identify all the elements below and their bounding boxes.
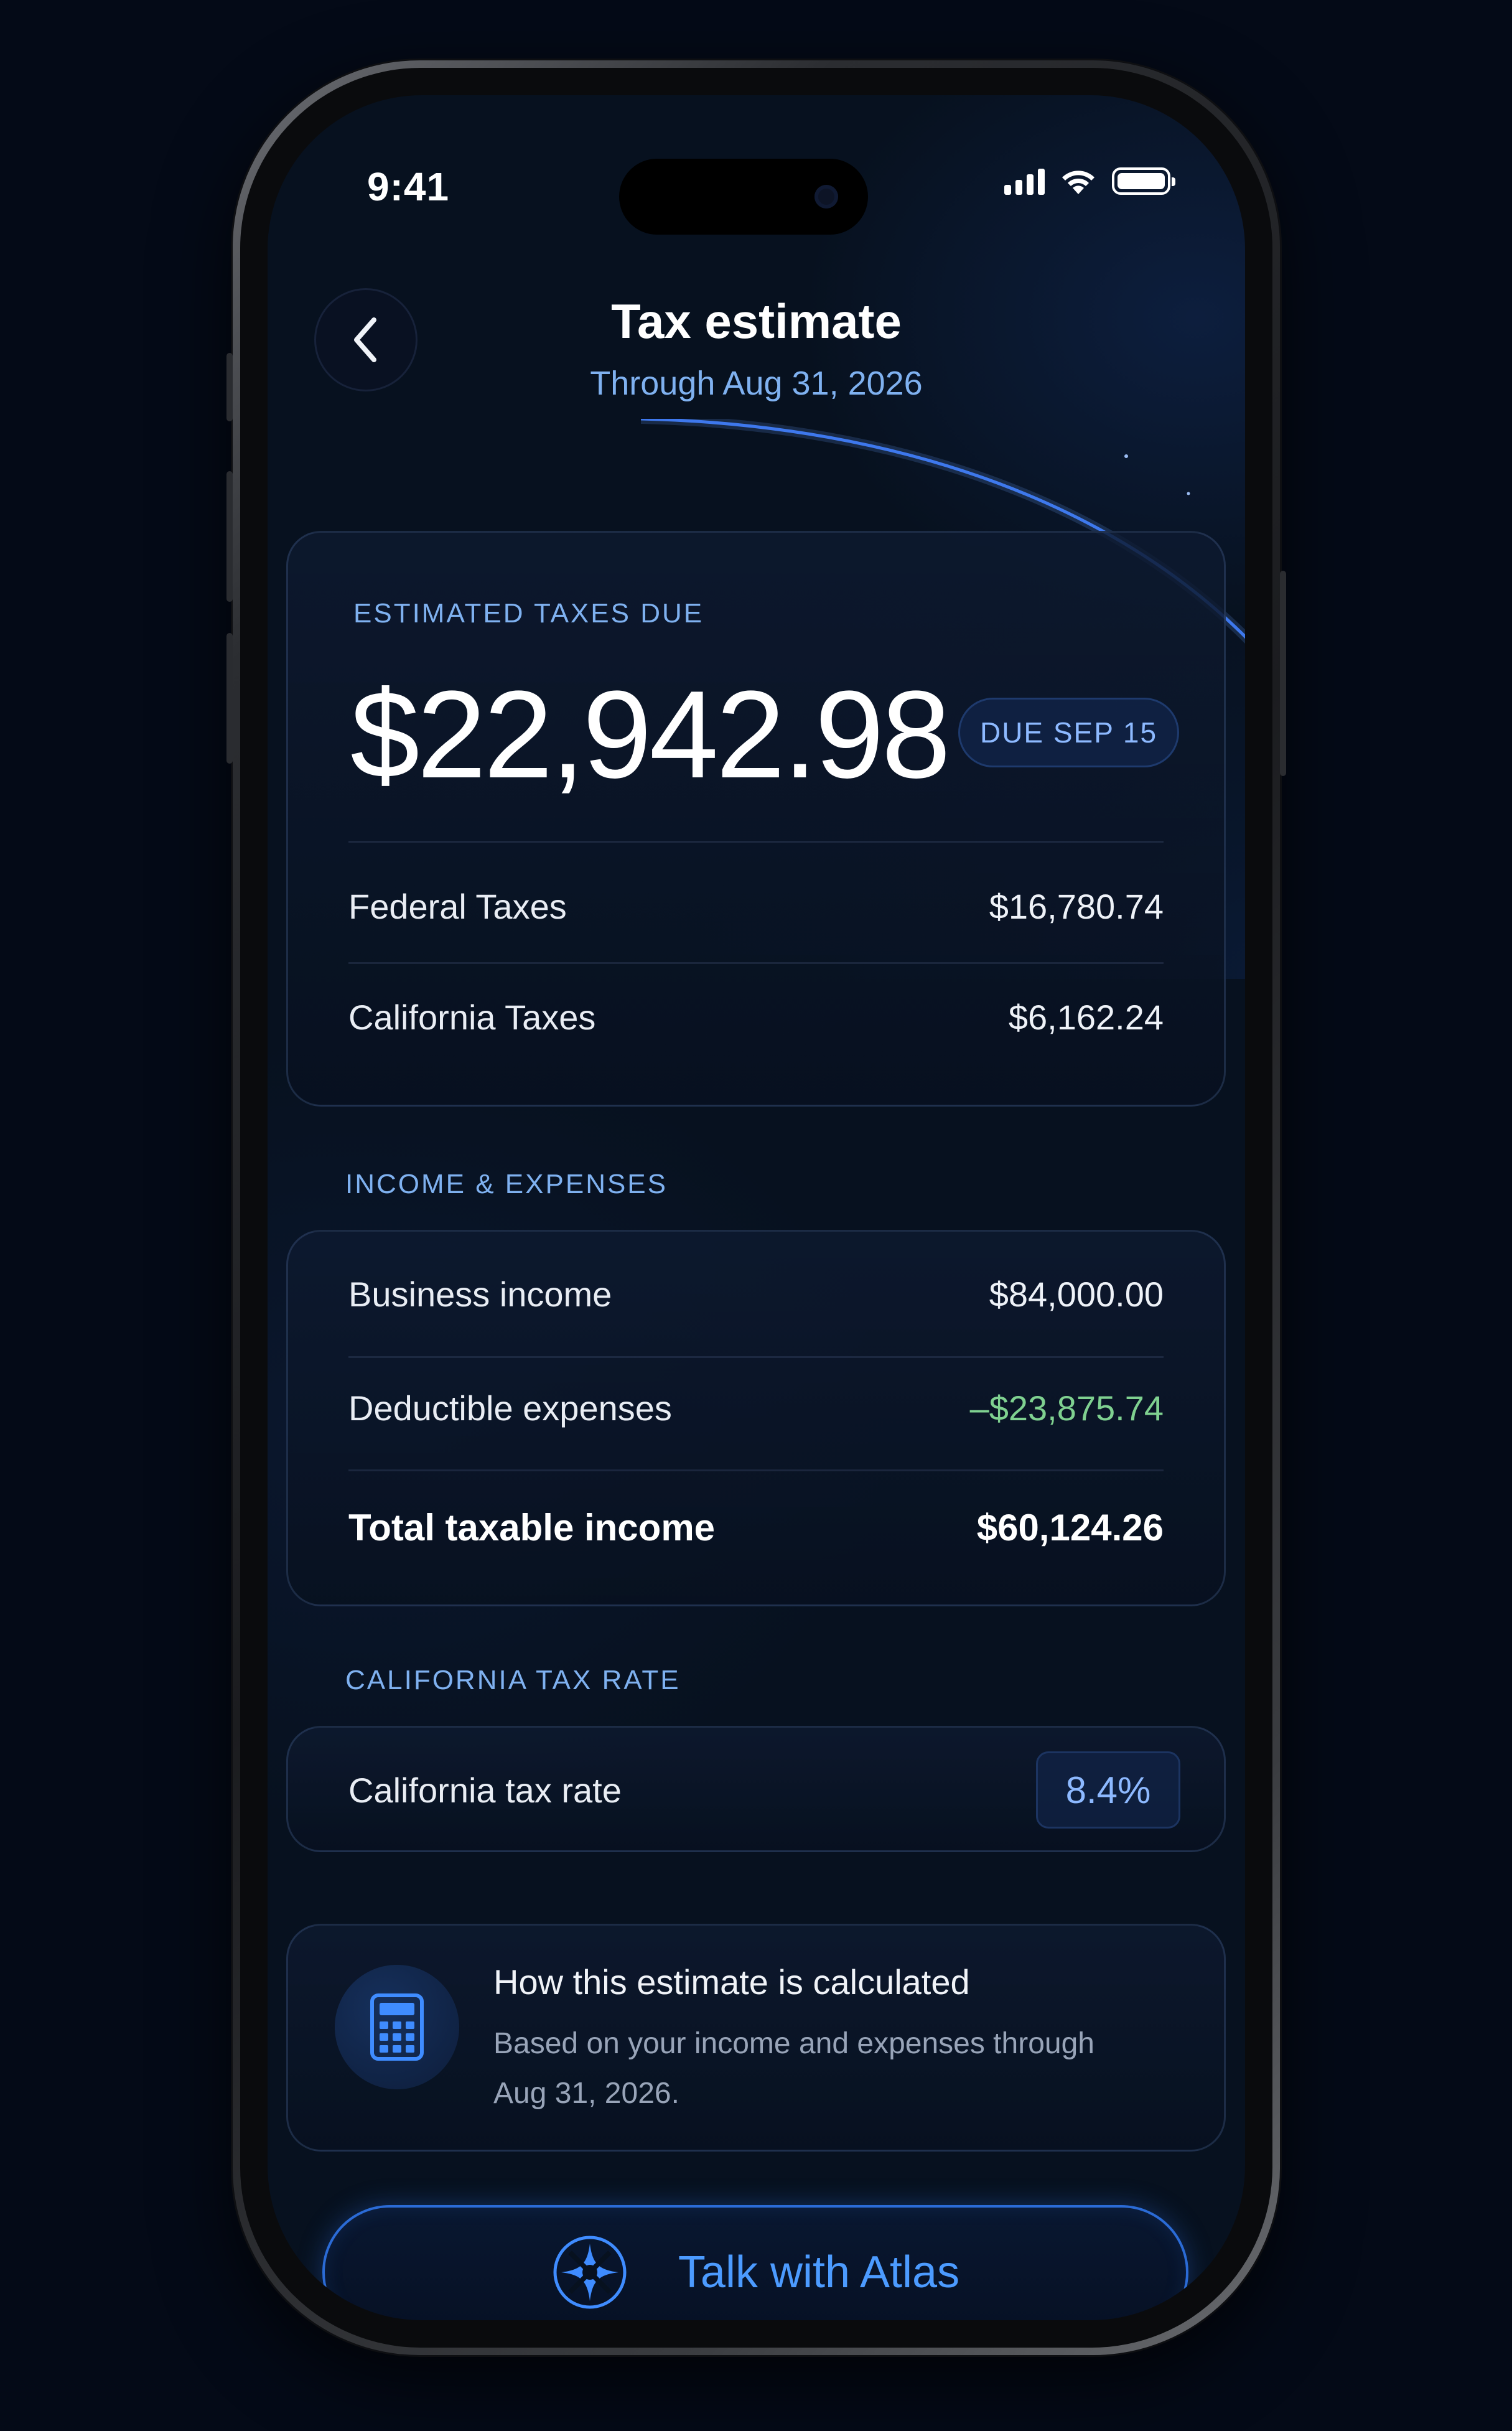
calculation-info-title: How this estimate is calculated	[493, 1962, 970, 2002]
phone-frame: 9:41 Tax estimate Through Aug 31, 2026 E…	[226, 60, 1286, 2355]
estimated-taxes-amount: $22,942.98	[350, 665, 951, 804]
divider	[348, 1356, 1164, 1358]
camera-icon	[814, 185, 838, 208]
divider	[348, 1469, 1164, 1471]
business-income-row[interactable]: Business income $84,000.00	[348, 1266, 1164, 1322]
page-title: Tax estimate	[611, 294, 902, 349]
total-taxable-income-value: $60,124.26	[976, 1506, 1164, 1548]
federal-taxes-row[interactable]: Federal Taxes $16,780.74	[348, 878, 1164, 934]
income-expenses-section-label: INCOME & EXPENSES	[345, 1169, 668, 1199]
estimated-taxes-label: ESTIMATED TAXES DUE	[353, 598, 704, 629]
california-taxes-label: California Taxes	[348, 997, 596, 1037]
status-bar: 9:41	[268, 95, 1245, 235]
status-time: 9:41	[367, 164, 450, 209]
page-subtitle: Through Aug 31, 2026	[590, 365, 923, 402]
federal-taxes-label: Federal Taxes	[348, 886, 567, 926]
due-date-badge: DUE SEP 15	[958, 698, 1179, 767]
deductible-expenses-row[interactable]: Deductible expenses –$23,875.74	[348, 1380, 1164, 1436]
calculator-icon	[370, 1993, 424, 2061]
tax-rate-label: California tax rate	[348, 1770, 622, 1810]
phone-bezel: 9:41 Tax estimate Through Aug 31, 2026 E…	[240, 68, 1272, 2348]
divider	[348, 962, 1164, 964]
business-income-label: Business income	[348, 1274, 612, 1314]
battery-icon	[1112, 167, 1175, 195]
deductible-expenses-label: Deductible expenses	[348, 1388, 672, 1428]
screen: 9:41 Tax estimate Through Aug 31, 2026 E…	[268, 95, 1245, 2320]
talk-with-atlas-label: Talk with Atlas	[678, 2247, 960, 2297]
stage: 9:41 Tax estimate Through Aug 31, 2026 E…	[0, 0, 1512, 2431]
tax-rate-card[interactable]: California tax rate 8.4%	[286, 1726, 1226, 1852]
action-button	[226, 353, 233, 421]
talk-with-atlas-button[interactable]: Talk with Atlas	[322, 2205, 1188, 2320]
volume-up-button	[226, 471, 233, 602]
volume-down-button	[226, 633, 233, 764]
wifi-icon	[1062, 171, 1094, 194]
status-icons	[1004, 167, 1175, 195]
estimated-taxes-card: ESTIMATED TAXES DUE $22,942.98 DUE SEP 1…	[286, 531, 1226, 1107]
income-expenses-card: Business income $84,000.00 Deductible ex…	[286, 1230, 1226, 1606]
tax-rate-section-label: CALIFORNIA TAX RATE	[345, 1665, 681, 1695]
tax-rate-row: California tax rate	[348, 1762, 1019, 1818]
cellular-signal-icon	[1004, 167, 1045, 195]
business-income-value: $84,000.00	[989, 1274, 1164, 1314]
power-button	[1280, 571, 1286, 776]
federal-taxes-value: $16,780.74	[989, 886, 1164, 926]
tax-rate-value-badge[interactable]: 8.4%	[1036, 1751, 1180, 1829]
calculation-info-body: Based on your income and expenses throug…	[493, 2027, 1094, 2110]
total-taxable-income-label: Total taxable income	[348, 1506, 716, 1548]
california-taxes-row[interactable]: California Taxes $6,162.24	[348, 989, 1164, 1045]
calculator-icon-badge	[335, 1965, 459, 2089]
divider	[348, 841, 1164, 843]
deductible-expenses-value: –$23,875.74	[969, 1388, 1164, 1428]
total-taxable-income-row[interactable]: Total taxable income $60,124.26	[348, 1496, 1164, 1558]
calculation-info-card[interactable]: How this estimate is calculated Based on…	[286, 1924, 1226, 2152]
california-taxes-value: $6,162.24	[1008, 997, 1164, 1037]
dynamic-island	[619, 159, 868, 235]
atlas-logo-icon	[553, 2236, 627, 2309]
